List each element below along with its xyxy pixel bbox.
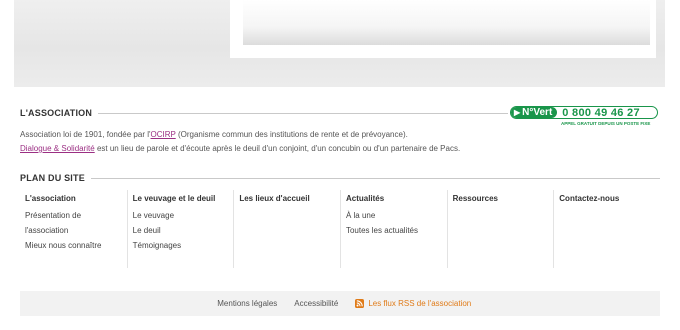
sitemap-link-mieux-connaitre[interactable]: Mieux nous connaître [25,238,127,253]
association-description: Association loi de 1901, fondée par l'OC… [20,128,580,156]
numero-vert-label-box: ▶ N°Vert [511,107,558,118]
section-divider [90,177,660,179]
sitemap-heading-contact[interactable]: Contactez-nous [559,194,660,203]
association-line-1-suffix: (Organisme commun des institutions de re… [175,130,408,139]
footer-rss-link[interactable]: Les flux RSS de l'association [355,299,471,308]
plan-title: PLAN DU SITE [20,173,85,183]
association-line-2-suffix: est un lieu de parole et d'écoute après … [94,144,461,153]
sitemap-heading-veuvage[interactable]: Le veuvage et le deuil [133,194,234,203]
play-arrow-icon: ▶ [514,108,521,117]
footer-link-accessibilite[interactable]: Accessibilité [294,299,338,308]
rss-icon [355,299,365,308]
sitemap-heading-actualites[interactable]: Actualités [346,194,447,203]
sitemap-column-ressources: Ressources [446,190,554,268]
association-line-1-prefix: Association loi de 1901, fondée par l' [20,130,151,139]
numero-vert-badge[interactable]: ▶ N°Vert 0 800 49 46 27 [510,106,658,119]
association-line-2: Dialogue & Solidarité est un lieu de par… [20,142,580,156]
association-title: L'ASSOCIATION [20,108,93,118]
dialogue-solidarite-link[interactable]: Dialogue & Solidarité [20,144,95,153]
sitemap-link-presentation-cont[interactable]: l'association [25,223,127,238]
sitemap-link-temoignages[interactable]: Témoignages [133,238,234,253]
sitemap-link-toutes-actualites[interactable]: Toutes les actualités [346,223,447,238]
sitemap-heading-association[interactable]: L'association [25,194,127,203]
association-line-1: Association loi de 1901, fondée par l'OC… [20,128,580,142]
sitemap-heading-ressources[interactable]: Ressources [453,194,554,203]
sitemap-column-association: L'association Présentation de l'associat… [20,190,127,268]
numero-vert-label: N°Vert [522,107,553,118]
footer-rss-label: Les flux RSS de l'association [368,299,472,308]
association-section-header: L'ASSOCIATION [20,106,508,120]
sitemap-column-contact: Contactez-nous [553,190,660,268]
plan-section-header: PLAN DU SITE [20,171,660,185]
sitemap-column-actualites: Actualités À la une Toutes les actualité… [339,190,447,268]
footer-link-mentions[interactable]: Mentions légales [217,299,277,308]
sitemap-link-deuil[interactable]: Le deuil [133,223,234,238]
numero-vert-number: 0 800 49 46 27 [562,106,640,119]
sitemap-columns: L'association Présentation de l'associat… [20,190,660,268]
numero-vert-subtitle: APPEL GRATUIT DEPUIS UN POSTE FIXE [561,121,651,126]
sitemap-link-veuvage[interactable]: Le veuvage [133,208,234,223]
sitemap-link-presentation[interactable]: Présentation de [25,208,127,223]
sitemap-heading-lieux[interactable]: Les lieux d'accueil [239,194,340,203]
content-card-shadow [243,0,650,45]
sitemap-column-veuvage: Le veuvage et le deuil Le veuvage Le deu… [126,190,234,268]
section-divider [98,112,508,114]
sitemap-link-a-la-une[interactable]: À la une [346,208,447,223]
ocirp-link[interactable]: OCIRP [151,130,176,139]
sitemap-column-lieux: Les lieux d'accueil [233,190,340,268]
footer-bar: Mentions légales Accessibilité Les flux … [20,291,660,316]
